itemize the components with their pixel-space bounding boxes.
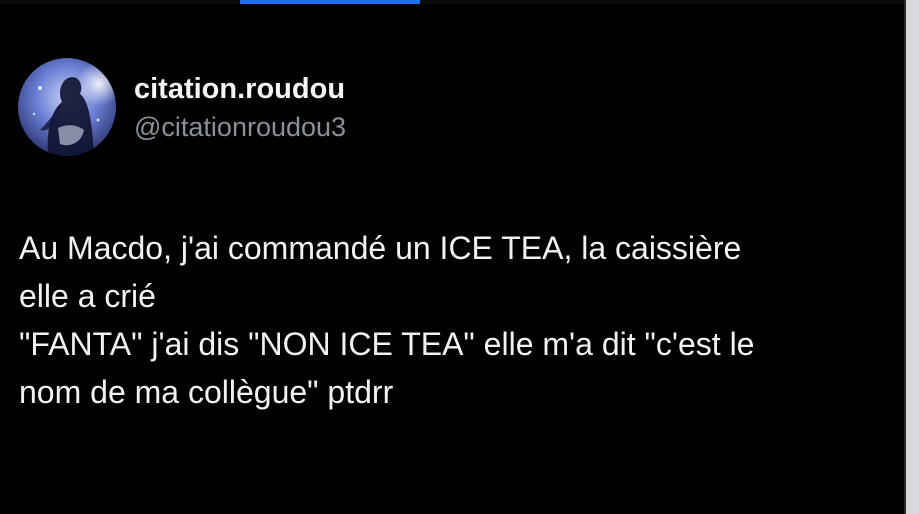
tweet-header: citation.roudou @citationroudou3 — [18, 58, 346, 156]
author-names: citation.roudou @citationroudou3 — [134, 71, 346, 144]
display-name[interactable]: citation.roudou — [134, 71, 346, 107]
avatar[interactable] — [18, 58, 116, 156]
tweet-text: Au Macdo, j'ai commandé un ICE TEA, la c… — [19, 224, 889, 416]
page-scrollbar-edge — [906, 0, 919, 514]
tweet-text-line: Au Macdo, j'ai commandé un ICE TEA, la c… — [19, 230, 742, 266]
avatar-image — [18, 58, 116, 156]
tweet-card: citation.roudou @citationroudou3 Au Macd… — [0, 4, 904, 514]
tweet-text-line: nom de ma collègue" ptdrr — [19, 374, 394, 410]
user-handle[interactable]: @citationroudou3 — [134, 110, 346, 144]
tweet-text-line: elle a crié — [19, 278, 156, 314]
tweet-text-line: "FANTA" j'ai dis "NON ICE TEA" elle m'a … — [19, 326, 755, 362]
